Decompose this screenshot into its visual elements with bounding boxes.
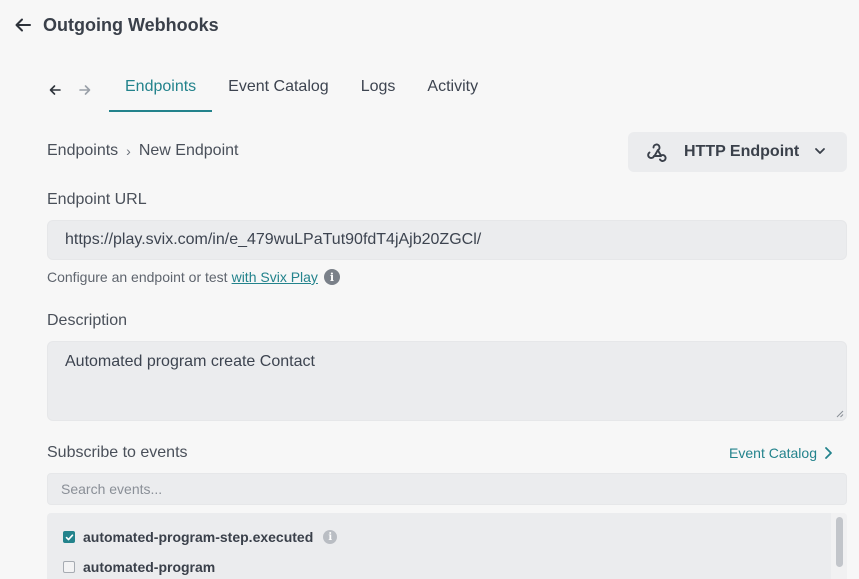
breadcrumb: Endpoints › New Endpoint	[47, 142, 238, 160]
breadcrumb-endpoints-link[interactable]: Endpoints	[47, 142, 118, 160]
tab-event-catalog[interactable]: Event Catalog	[212, 64, 345, 112]
tab-logs[interactable]: Logs	[345, 64, 412, 112]
arrow-right-icon	[79, 85, 91, 95]
info-icon[interactable]: i	[323, 530, 338, 544]
info-icon[interactable]: i	[323, 269, 340, 285]
breadcrumb-current: New Endpoint	[138, 142, 239, 159]
endpoint-url-input[interactable]: https://play.svix.com/in/e_479wuLPaTut90…	[47, 220, 847, 260]
list-item[interactable]: automated-program-step.executed i	[63, 529, 338, 545]
tab-activity[interactable]: Activity	[411, 64, 494, 112]
chevron-down-icon	[815, 148, 825, 154]
search-events-input[interactable]	[47, 473, 847, 505]
page-title: Outgoing Webhooks	[43, 14, 219, 35]
scrollbar[interactable]	[831, 513, 847, 579]
breadcrumb-separator: ›	[126, 143, 131, 159]
description-value: Automated program create Contact	[65, 353, 315, 370]
event-name: automated-program	[83, 559, 216, 575]
event-catalog-link-label: Event Catalog	[729, 445, 817, 461]
event-name: automated-program-step.executed	[83, 529, 314, 545]
subscribe-events-label: Subscribe to events	[47, 444, 188, 461]
scrollbar-thumb[interactable]	[836, 517, 843, 567]
tab-endpoints[interactable]: Endpoints	[109, 64, 213, 112]
resize-handle-icon[interactable]	[836, 410, 844, 418]
description-textarea[interactable]: Automated program create Contact	[47, 341, 847, 421]
event-catalog-link[interactable]: Event Catalog	[729, 445, 833, 461]
event-checkbox[interactable]	[63, 561, 75, 573]
description-label: Description	[47, 312, 128, 329]
events-list: automated-program-step.executed i automa…	[47, 513, 847, 579]
event-checkbox[interactable]	[63, 531, 75, 543]
endpoint-type-select[interactable]: HTTP Endpoint	[628, 132, 847, 172]
helper-text: Configure an endpoint or test	[47, 269, 228, 285]
page-header: Outgoing Webhooks	[0, 0, 859, 50]
endpoint-url-helper: Configure an endpoint or test with Svix …	[47, 269, 340, 285]
endpoint-type-label: HTTP Endpoint	[684, 143, 800, 160]
endpoint-url-label: Endpoint URL	[47, 191, 147, 208]
webhook-icon	[647, 143, 667, 162]
tab-bar: Endpoints Event Catalog Logs Activity	[40, 68, 494, 116]
tab-scroll-forward-button[interactable]	[70, 68, 100, 112]
checkmark-icon	[65, 533, 73, 540]
back-button[interactable]	[12, 14, 34, 36]
arrow-left-icon	[49, 85, 61, 95]
tab-scroll-back-button[interactable]	[40, 68, 70, 112]
list-item[interactable]: automated-program	[63, 559, 215, 575]
svix-play-link[interactable]: with Svix Play	[232, 269, 318, 285]
endpoint-url-value: https://play.svix.com/in/e_479wuLPaTut90…	[65, 231, 482, 248]
chevron-right-icon	[825, 447, 832, 459]
arrow-left-icon	[15, 18, 31, 32]
